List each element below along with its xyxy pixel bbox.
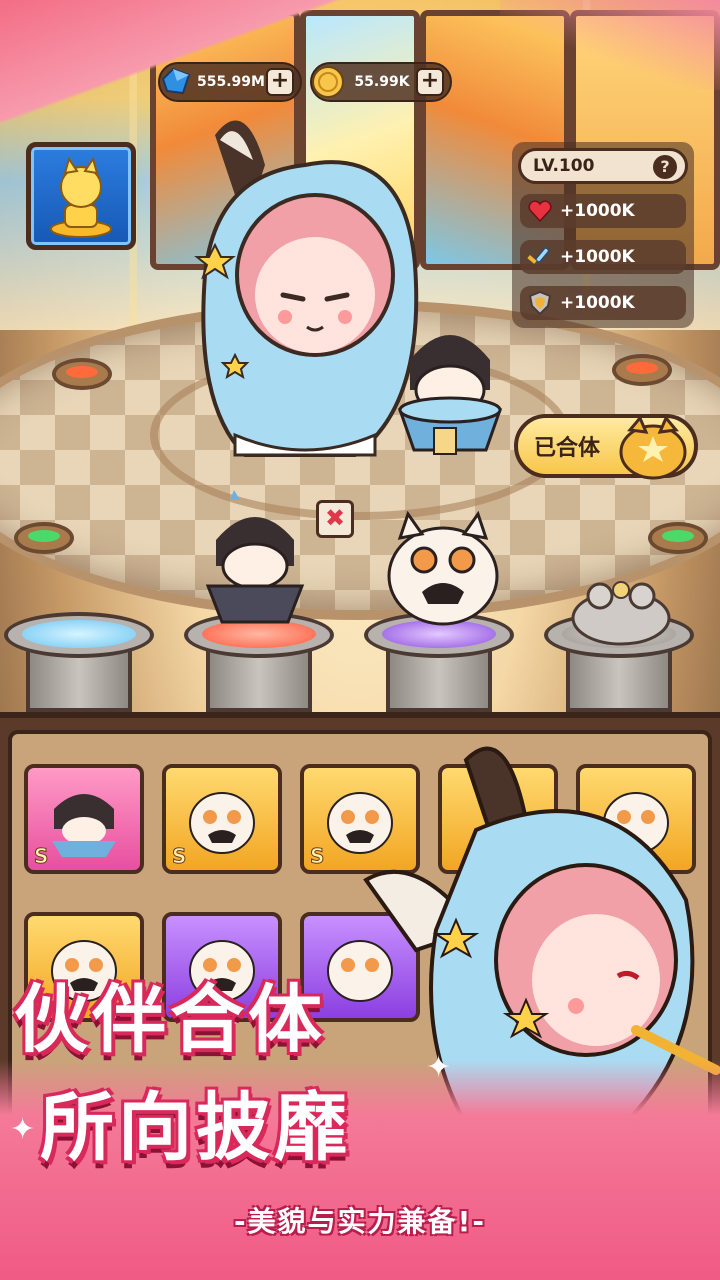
pink-frame-decoration — [500, 0, 720, 90]
attack-value: +1000K — [560, 247, 635, 267]
inventory-card[interactable]: S — [162, 764, 282, 874]
gem-counter: 555.99M + — [158, 62, 302, 102]
rank-label: S — [171, 844, 187, 869]
stone-frog-statue — [571, 581, 671, 646]
sword-icon — [520, 244, 560, 270]
merge-coin-icon — [619, 415, 687, 480]
promo-headline: 所向披靡 — [40, 1085, 352, 1171]
sparkle-icon: ✦ — [10, 1112, 36, 1147]
coin-amount: 55.99K — [354, 74, 410, 90]
stats-panel: LV.100 ? +1000K +1000K +1000K — [512, 142, 694, 328]
hp-value: +1000K — [560, 201, 635, 221]
white-cat-portrait-icon — [189, 792, 255, 854]
brazier-icon — [648, 522, 708, 554]
teacup-companion[interactable] — [390, 310, 510, 460]
rank-label: S — [33, 844, 49, 869]
heart-icon — [520, 200, 560, 222]
promo-headline: 伙伴合体 — [14, 977, 326, 1063]
teacup-portrait-icon — [52, 794, 116, 857]
magic-circle-icon — [22, 620, 136, 648]
white-cat-companion[interactable] — [378, 508, 508, 628]
game-screen: 555.99M + 55.99K + LV.100 ? +1000K +1000… — [0, 0, 720, 1280]
level-text: LV.100 — [533, 156, 595, 176]
coin-counter: 55.99K + — [310, 62, 452, 102]
level-badge: LV.100 ? — [518, 148, 688, 184]
coin-icon — [308, 62, 348, 102]
gem-amount: 555.99M — [197, 74, 265, 90]
brazier-icon — [14, 522, 74, 554]
merged-status-label: 已合体 — [534, 436, 601, 461]
defense-stat: +1000K — [520, 286, 686, 320]
promo-tagline: -美貌与实力兼备!- — [233, 1205, 486, 1238]
shield-icon — [520, 290, 560, 316]
rank-label: S — [309, 844, 325, 869]
attack-stat: +1000K — [520, 240, 686, 274]
remove-companion-button[interactable]: ✖ — [316, 500, 354, 538]
trophy-button[interactable] — [26, 142, 136, 250]
brazier-icon — [52, 358, 112, 390]
brazier-icon — [612, 354, 672, 386]
golden-statue-icon — [50, 156, 112, 238]
defense-value: +1000K — [560, 293, 635, 313]
teacup-companion-small[interactable] — [200, 490, 310, 630]
add-coins-button[interactable]: + — [416, 68, 444, 96]
inventory-card[interactable]: S — [24, 764, 144, 874]
help-button[interactable]: ? — [653, 155, 677, 179]
pedestal-slot-empty[interactable] — [4, 612, 154, 712]
add-gems-button[interactable]: + — [266, 68, 294, 96]
merged-status-button[interactable]: 已合体 — [514, 414, 698, 480]
hp-stat: +1000K — [520, 194, 686, 228]
sparkle-icon: ✦ — [426, 1050, 452, 1085]
gem-icon — [156, 62, 196, 102]
